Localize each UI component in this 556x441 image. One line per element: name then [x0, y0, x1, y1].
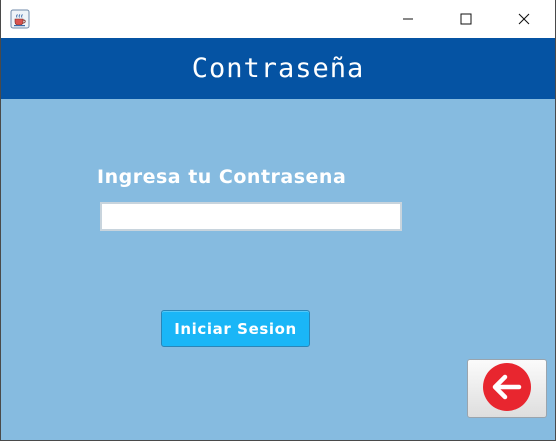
password-input[interactable]: [100, 202, 402, 231]
login-button[interactable]: Iniciar Sesion: [161, 310, 310, 347]
close-button[interactable]: [501, 0, 547, 38]
password-prompt-label: Ingresa tu Contrasena: [97, 166, 347, 188]
arrow-left-circle-icon: [482, 362, 532, 416]
login-panel: Ingresa tu Contrasena Iniciar Sesion: [1, 99, 555, 440]
page-title: Contraseña: [191, 53, 365, 84]
header-banner: Contraseña: [1, 38, 555, 99]
minimize-button[interactable]: [385, 0, 431, 38]
login-button-label: Iniciar Sesion: [174, 319, 297, 338]
maximize-icon: [460, 10, 472, 29]
title-bar[interactable]: [1, 0, 555, 38]
maximize-button[interactable]: [443, 0, 489, 38]
app-window: Contraseña Ingresa tu Contrasena Iniciar…: [0, 0, 556, 441]
minimize-icon: [402, 10, 414, 29]
back-button[interactable]: [467, 359, 547, 418]
close-icon: [518, 10, 530, 29]
java-coffee-cup-icon[interactable]: [10, 9, 30, 29]
